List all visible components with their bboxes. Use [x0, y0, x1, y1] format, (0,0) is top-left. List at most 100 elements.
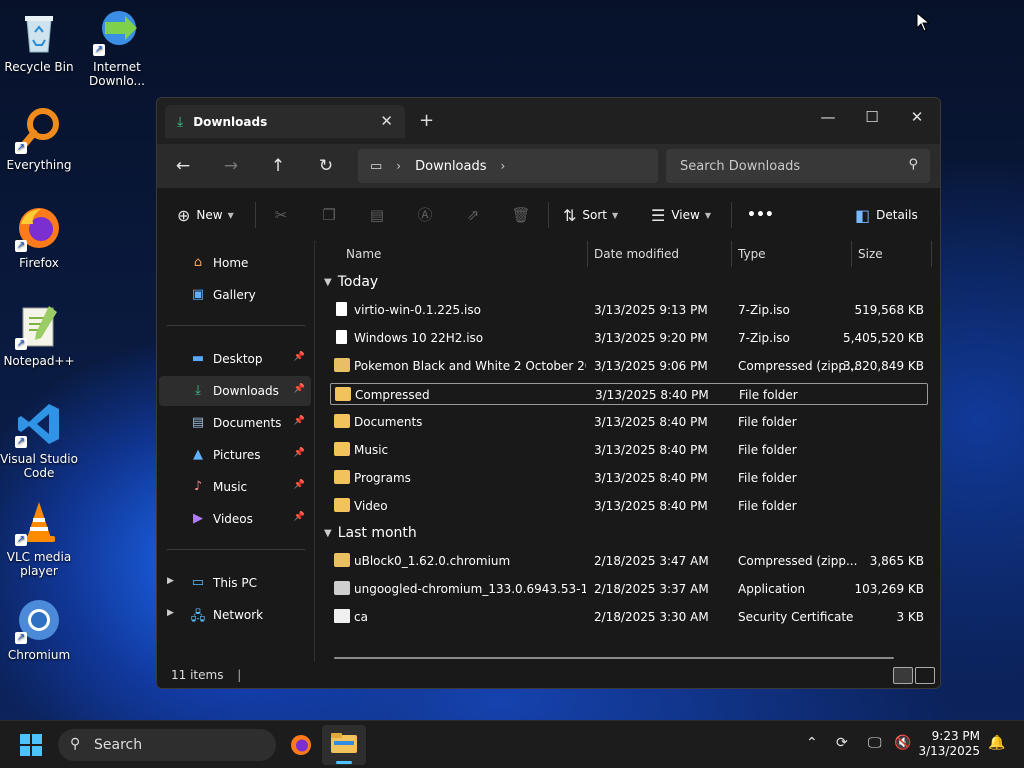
clock[interactable]: 9:23 PM 3/13/2025 — [918, 729, 980, 759]
column-divider[interactable] — [587, 241, 588, 267]
nav-item-home[interactable]: ⌂ Home — [159, 248, 311, 278]
delete-icon[interactable]: 🗑 — [510, 204, 532, 226]
desktop-icon-firefox[interactable]: ↗ Firefox — [0, 204, 78, 270]
paste-icon[interactable]: ▤ — [366, 204, 388, 226]
chevron-right-icon[interactable]: ▶ — [167, 576, 174, 586]
table-row[interactable]: Windows 10 22H2.iso 3/13/2025 9:20 PM 7-… — [330, 327, 928, 349]
volume-muted-icon[interactable]: 🔇 — [894, 735, 911, 751]
breadcrumb-downloads[interactable]: Downloads — [415, 159, 486, 174]
search-box[interactable]: Search Downloads ⚲ — [666, 149, 930, 183]
nav-item-desktop[interactable]: ▬ Desktop 📌 — [159, 344, 311, 374]
nav-item-network[interactable]: ▶ 🖧 Network — [159, 600, 311, 630]
column-divider[interactable] — [931, 241, 932, 267]
table-row[interactable]: uBlock0_1.62.0.chromium 2/18/2025 3:47 A… — [330, 550, 928, 572]
nav-item-pictures[interactable]: ▲ Pictures 📌 — [159, 440, 311, 470]
sort-button[interactable]: ⇅ Sort ▼ — [563, 204, 618, 226]
notepad-plus-plus-icon: ↗ — [15, 302, 63, 350]
desktop-icon-everything[interactable]: ↗ Everything — [0, 106, 78, 172]
taskbar-firefox-icon[interactable] — [289, 733, 313, 760]
rename-icon[interactable]: Ⓐ — [414, 204, 436, 226]
internet-download-manager-icon: ↗ — [93, 8, 141, 56]
new-button[interactable]: ⊕ New ▼ — [177, 204, 234, 226]
column-header-name[interactable]: Name — [346, 241, 586, 267]
nav-item-this-pc[interactable]: ▶ ▭ This PC — [159, 568, 311, 598]
tiles-view-toggle-icon[interactable] — [915, 667, 935, 684]
search-icon: ⚲ — [908, 157, 918, 172]
show-hidden-icons-chevron-icon[interactable]: ⌃ — [806, 735, 818, 751]
column-divider[interactable] — [731, 241, 732, 267]
copy-icon[interactable]: ❐ — [318, 204, 340, 226]
table-row[interactable]: Programs 3/13/2025 8:40 PM File folder — [330, 467, 928, 489]
network-monitor-icon[interactable]: 🖵 — [868, 735, 882, 751]
nav-item-music[interactable]: ♪ Music 📌 — [159, 472, 311, 502]
desktop-icon-notepad-plus-plus[interactable]: ↗ Notepad++ — [0, 302, 78, 368]
pin-icon[interactable]: 📌 — [294, 448, 305, 458]
share-icon[interactable]: ⇗ — [462, 204, 484, 226]
minimize-button[interactable]: — — [805, 102, 851, 132]
file-size: 519,568 KB — [854, 303, 924, 317]
music-icon: ♪ — [193, 479, 203, 494]
pin-icon[interactable]: 📌 — [294, 512, 305, 522]
details-pane-button[interactable]: ◧ Details — [855, 204, 918, 226]
chevron-right-icon[interactable]: ▶ — [167, 608, 174, 618]
file-name: Video — [354, 499, 388, 513]
cut-icon[interactable]: ✂ — [270, 204, 292, 226]
desktop-icon-label: Everything — [6, 158, 72, 172]
taskbar-file-explorer-icon[interactable] — [322, 725, 366, 765]
close-window-button[interactable]: ✕ — [894, 102, 940, 132]
nav-label: Downloads — [213, 384, 279, 398]
sync-status-icon[interactable]: ⟳ — [836, 735, 848, 751]
close-tab-icon[interactable]: ✕ — [380, 112, 393, 130]
table-row[interactable]: Documents 3/13/2025 8:40 PM File folder — [330, 411, 928, 433]
file-type: File folder — [738, 415, 797, 429]
start-button[interactable] — [20, 734, 42, 759]
tab-downloads[interactable]: ⤓ Downloads ✕ — [165, 105, 405, 138]
breadcrumb-chevron-icon[interactable]: › — [501, 159, 506, 173]
desktop-icon-recycle-bin[interactable]: Recycle Bin — [0, 8, 78, 74]
address-bar[interactable]: ▭ › Downloads › — [358, 149, 658, 183]
taskbar-search[interactable]: ⚲ Search — [58, 729, 276, 761]
column-header-size[interactable]: Size — [858, 241, 928, 267]
table-row[interactable]: Video 3/13/2025 8:40 PM File folder — [330, 495, 928, 517]
desktop-icon-vlc[interactable]: ↗ VLC media player — [0, 498, 78, 578]
table-row[interactable]: ca 2/18/2025 3:30 AM Security Certificat… — [330, 606, 928, 628]
desktop-icon-chromium[interactable]: ↗ Chromium — [0, 596, 78, 662]
new-tab-button[interactable]: + — [419, 110, 434, 131]
horizontal-scrollbar[interactable] — [334, 657, 894, 659]
view-button[interactable]: ☰ View ▼ — [651, 204, 711, 226]
pin-icon[interactable]: 📌 — [294, 480, 305, 490]
group-header-today[interactable]: ▼ Today — [324, 274, 378, 290]
column-header-date-modified[interactable]: Date modified — [594, 241, 724, 267]
application-icon — [334, 581, 350, 595]
table-row[interactable]: ungoogled-chromium_133.0.6943.53-1.1... … — [330, 578, 928, 600]
forward-button[interactable]: → — [220, 155, 242, 177]
back-button[interactable]: ← — [172, 155, 194, 177]
pin-icon[interactable]: 📌 — [294, 416, 305, 426]
divider — [548, 202, 549, 228]
date: 3/13/2025 — [918, 744, 980, 758]
nav-item-downloads[interactable]: ⤓ Downloads 📌 — [159, 376, 311, 406]
refresh-button[interactable]: ↻ — [315, 155, 337, 177]
nav-item-gallery[interactable]: ▣ Gallery — [159, 280, 311, 310]
column-header-type[interactable]: Type — [738, 241, 848, 267]
chevron-down-icon: ▼ — [704, 210, 711, 220]
maximize-button[interactable]: ☐ — [849, 102, 895, 132]
up-button[interactable]: ↑ — [267, 155, 289, 177]
pin-icon[interactable]: 📌 — [294, 384, 305, 394]
table-row-selected[interactable]: Compressed 3/13/2025 8:40 PM File folder — [330, 383, 928, 405]
desktop-icon-internet-download-manager[interactable]: ↗ Internet Downlo... — [78, 8, 156, 88]
notification-bell-icon[interactable]: 🔔 — [988, 735, 1005, 751]
desktop-icon-vscode[interactable]: ↗ Visual Studio Code — [0, 400, 78, 480]
pin-icon[interactable]: 📌 — [294, 352, 305, 362]
table-row[interactable]: Pokemon Black and White 2 October 201...… — [330, 355, 928, 377]
table-row[interactable]: virtio-win-0.1.225.iso 3/13/2025 9:13 PM… — [330, 299, 928, 321]
nav-item-documents[interactable]: ▤ Documents 📌 — [159, 408, 311, 438]
file-list: Name Date modified Type Size ▼ Today vir… — [316, 241, 940, 662]
nav-item-videos[interactable]: ▶ Videos 📌 — [159, 504, 311, 534]
group-header-last-month[interactable]: ▼ Last month — [324, 525, 417, 541]
details-view-toggle-icon[interactable] — [893, 667, 913, 684]
file-type: 7-Zip.iso — [738, 303, 790, 317]
more-options-button[interactable]: ••• — [747, 204, 774, 226]
column-divider[interactable] — [851, 241, 852, 267]
table-row[interactable]: Music 3/13/2025 8:40 PM File folder — [330, 439, 928, 461]
